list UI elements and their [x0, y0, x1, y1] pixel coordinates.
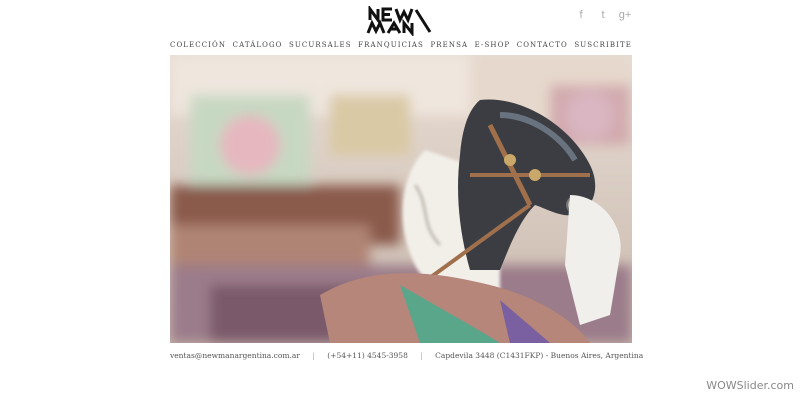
- nav-item-eshop[interactable]: E-SHOP: [475, 41, 511, 49]
- nav-item-catalogo[interactable]: CATÁLOGO: [233, 41, 283, 49]
- nav-item-suscribite[interactable]: SUSCRIBITE: [574, 41, 632, 49]
- footer-separator: |: [312, 351, 315, 360]
- nav-item-franquicias[interactable]: FRANQUICIAS: [358, 41, 424, 49]
- footer-contact: ventas@newmanargentina.com.ar | (+54+11)…: [170, 351, 643, 360]
- footer-phone: (+54+11) 4545-3958: [327, 351, 408, 360]
- google-plus-icon[interactable]: g+: [618, 8, 632, 22]
- footer-address: Capdevila 3448 (C1431FKP) - Buenos Aires…: [435, 351, 644, 360]
- nav-item-coleccion[interactable]: COLECCIÓN: [170, 41, 226, 49]
- nav-item-prensa[interactable]: PRENSA: [430, 41, 468, 49]
- main-nav: COLECCIÓN CATÁLOGO SUCURSALES FRANQUICIA…: [170, 41, 632, 49]
- footer-email[interactable]: ventas@newmanargentina.com.ar: [170, 351, 300, 360]
- hero-slideshow[interactable]: [170, 55, 632, 343]
- social-links: f t g+: [574, 8, 632, 22]
- footer-separator: |: [420, 351, 423, 360]
- wowslider-watermark[interactable]: WOWSlider.com: [706, 379, 794, 392]
- newman-logo[interactable]: [366, 6, 434, 36]
- twitter-icon[interactable]: t: [596, 8, 610, 22]
- carousel-horse-image: [170, 55, 632, 343]
- nav-item-sucursales[interactable]: SUCURSALES: [289, 41, 352, 49]
- nav-item-contacto[interactable]: CONTACTO: [517, 41, 568, 49]
- facebook-icon[interactable]: f: [574, 8, 588, 22]
